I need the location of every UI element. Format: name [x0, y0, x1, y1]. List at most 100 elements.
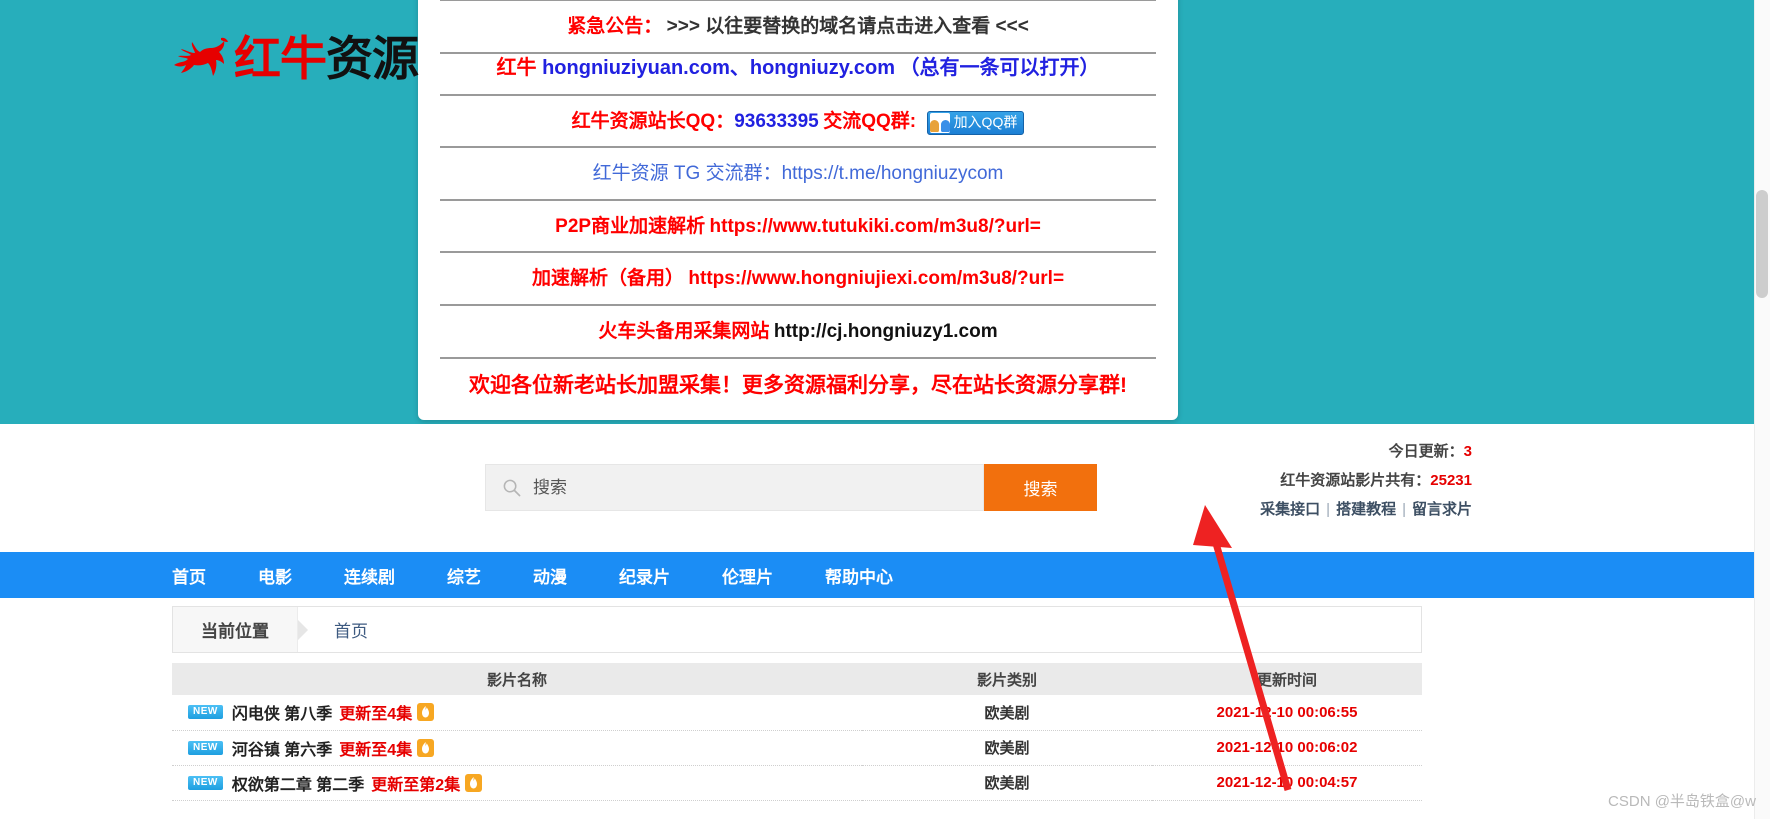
film-table-header-row: 影片名称 影片类别 更新时间: [172, 663, 1422, 695]
film-name-content: NEW 河谷镇 第六季 更新至4集: [172, 736, 862, 760]
announcement-qq-label: 红牛资源站长QQ：: [571, 110, 735, 132]
announcement-domain-label: 红牛: [496, 56, 543, 79]
announcement-welcome-text: 欢迎各位新老站长加盟采集！更多资源福利分享，尽在站长资源分享群!: [469, 373, 1127, 397]
total-films-row: 红牛资源站影片共有：25231: [1260, 473, 1472, 488]
announcement-p2p-label: P2P商业加速解析: [555, 215, 706, 237]
breadcrumb-chevron-icon: [297, 618, 308, 641]
header-link-separator-1: |: [1326, 501, 1331, 518]
join-qq-group-label: 加入QQ群: [953, 114, 1018, 131]
site-logo[interactable]: 红牛资源: [172, 28, 419, 88]
fire-icon: [417, 738, 435, 757]
announcement-tg-url[interactable]: https://t.me/hongniuzycom: [782, 163, 1004, 184]
announcement-tg-line: 红牛资源 TG 交流群：https://t.me/hongniuzycom: [440, 148, 1156, 201]
nav-item-series[interactable]: 连续剧: [344, 563, 395, 588]
announcement-urgent-label: 紧急公告：: [567, 16, 663, 38]
content-area: 当前位置 首页 影片名称 影片类别 更新时间 NEW 闪电侠 第八季 更新至4集…: [172, 598, 1422, 801]
nav-item-movie[interactable]: 电影: [258, 563, 292, 588]
search-button[interactable]: 搜索: [984, 464, 1097, 511]
announcement-backup-line: 加速解析（备用） https://www.hongniujiexi.com/m3…: [440, 253, 1156, 307]
announcement-backup-url[interactable]: https://www.hongniujiexi.com/m3u8/?url=: [688, 268, 1064, 289]
today-update-label: 今日更新：: [1388, 443, 1464, 460]
nav-item-variety[interactable]: 综艺: [447, 563, 481, 588]
breadcrumb-current[interactable]: 首页: [308, 617, 368, 642]
join-qq-group-button[interactable]: 加入QQ群: [926, 110, 1025, 135]
breadcrumb-label: 当前位置: [173, 607, 298, 652]
bull-logo-icon: [174, 37, 228, 76]
announcement-huoche-line: 火车头备用采集网站 http://cj.hongniuzy1.com: [440, 306, 1156, 359]
announcement-welcome-line: 欢迎各位新老站长加盟采集！更多资源福利分享，尽在站长资源分享群!: [440, 359, 1156, 412]
announcement-huoche-url[interactable]: http://cj.hongniuzy1.com: [774, 321, 998, 342]
film-update-time-cell: 2021-12-10 00:06:55: [1152, 695, 1422, 731]
nav-item-anime[interactable]: 动漫: [533, 563, 567, 588]
fire-icon: [417, 703, 435, 722]
site-logo-text-black: 资源: [326, 31, 419, 85]
film-title-link[interactable]: 河谷镇 第六季: [232, 736, 332, 760]
column-header-film-category: 影片类别: [862, 663, 1152, 695]
scrollbar-thumb[interactable]: [1756, 190, 1768, 298]
announcement-domain-note: （总有一条可以打开）: [899, 56, 1100, 79]
column-header-film-name: 影片名称: [172, 663, 862, 695]
new-badge: NEW: [188, 740, 223, 755]
qq-people-icon: [929, 112, 950, 133]
watermark-text: CSDN @半岛铁盒@w: [1608, 793, 1756, 810]
announcement-p2p-line: P2P商业加速解析 https://www.tutukiki.com/m3u8/…: [440, 201, 1156, 254]
film-name-content: NEW 权欲第二章 第二季 更新至第2集: [172, 771, 862, 795]
film-update-time-cell: 2021-12-10 00:04:57: [1152, 765, 1422, 801]
film-table-body: NEW 闪电侠 第八季 更新至4集 欧美剧 2021-12-10 00:06:5…: [172, 695, 1422, 801]
film-title-link[interactable]: 闪电侠 第八季: [232, 700, 332, 724]
table-row[interactable]: NEW 河谷镇 第六季 更新至4集 欧美剧 2021-12-10 00:06:0…: [172, 730, 1422, 766]
announcement-domain-value[interactable]: hongniuziyuan.com、hongniuzy.com: [542, 57, 895, 79]
header-link-request-film[interactable]: 留言求片: [1412, 501, 1472, 518]
announcement-urgent-line: 紧急公告： >>> 以往要替换的域名请点击进入查看 <<<: [440, 1, 1156, 54]
announcement-p2p-url[interactable]: https://www.tutukiki.com/m3u8/?url=: [710, 216, 1041, 237]
film-table-head: 影片名称 影片类别 更新时间: [172, 663, 1422, 695]
column-header-update-time: 更新时间: [1152, 663, 1422, 695]
film-name-cell: NEW 权欲第二章 第二季 更新至第2集: [172, 765, 862, 801]
announcement-qq-line: 红牛资源站长QQ：93633395 交流QQ群: 加入QQ群: [440, 93, 1156, 149]
film-table: 影片名称 影片类别 更新时间 NEW 闪电侠 第八季 更新至4集 欧美剧 202…: [172, 663, 1422, 801]
announcement-qq-number: 93633395: [734, 110, 819, 132]
header-stats: 今日更新：3 红牛资源站影片共有：25231 采集接口 | 搭建教程 | 留言求片: [1260, 444, 1472, 517]
table-row[interactable]: NEW 权欲第二章 第二季 更新至第2集 欧美剧 2021-12-10 00:0…: [172, 765, 1422, 801]
search-input[interactable]: [533, 477, 953, 498]
film-name-cell: NEW 河谷镇 第六季 更新至4集: [172, 730, 862, 766]
table-row[interactable]: NEW 闪电侠 第八季 更新至4集 欧美剧 2021-12-10 00:06:5…: [172, 695, 1422, 731]
film-category-cell: 欧美剧: [862, 765, 1152, 801]
search-area: 搜索: [485, 464, 1097, 511]
announcement-domain-line: 红牛 hongniuziyuan.com、hongniuzy.com （总有一条…: [440, 54, 1156, 94]
today-update-value: 3: [1463, 443, 1472, 460]
film-name-cell: NEW 闪电侠 第八季 更新至4集: [172, 695, 862, 731]
nav-item-ethics[interactable]: 伦理片: [722, 563, 773, 588]
announcement-huoche-label: 火车头备用采集网站: [598, 321, 770, 343]
announcement-urgent-text[interactable]: >>> 以往要替换的域名请点击进入查看 <<<: [667, 16, 1029, 37]
nav-item-home[interactable]: 首页: [172, 563, 206, 588]
film-category-cell: 欧美剧: [862, 730, 1152, 766]
total-films-value: 25231: [1430, 472, 1472, 489]
header-link-separator-2: |: [1402, 501, 1406, 518]
header-link-collect-api[interactable]: 采集接口: [1260, 501, 1320, 518]
total-films-label: 红牛资源站影片共有：: [1280, 472, 1431, 489]
header-links: 采集接口 | 搭建教程 | 留言求片: [1260, 502, 1472, 517]
film-name-content: NEW 闪电侠 第八季 更新至4集: [172, 700, 862, 724]
site-logo-text: 红牛资源: [234, 31, 419, 85]
page-root: 郑重承诺：资源永久免费,资源不含任何广告,无广告永久免费的资源站(承诺绝不影响用…: [0, 0, 1770, 819]
nav-item-documentary[interactable]: 纪录片: [619, 563, 670, 588]
film-episode-status: 更新至4集: [339, 741, 413, 759]
announcement-qq-group-label: 交流QQ群:: [823, 110, 917, 132]
new-badge: NEW: [188, 775, 223, 790]
film-episode-status: 更新至4集: [339, 706, 413, 724]
nav-item-help[interactable]: 帮助中心: [825, 563, 893, 588]
search-box[interactable]: [485, 464, 984, 511]
announcement-card: 郑重承诺：资源永久免费,资源不含任何广告,无广告永久免费的资源站(承诺绝不影响用…: [418, 0, 1178, 420]
header-link-build-tutorial[interactable]: 搭建教程: [1336, 501, 1396, 518]
today-update-row: 今日更新：3: [1260, 444, 1472, 459]
film-episode-status: 更新至第2集: [371, 776, 461, 794]
page-scrollbar[interactable]: [1754, 0, 1770, 819]
site-logo-text-red: 红牛: [234, 31, 327, 85]
announcement-backup-label: 加速解析（备用）: [531, 268, 684, 290]
announcement-tg-label: 红牛资源 TG 交流群：: [592, 163, 782, 185]
new-badge: NEW: [188, 705, 223, 720]
film-update-time-cell: 2021-12-10 00:06:02: [1152, 730, 1422, 766]
film-title-link[interactable]: 权欲第二章 第二季: [232, 771, 364, 795]
main-navigation: 首页 电影 连续剧 综艺 动漫 纪录片 伦理片 帮助中心: [0, 552, 1770, 598]
